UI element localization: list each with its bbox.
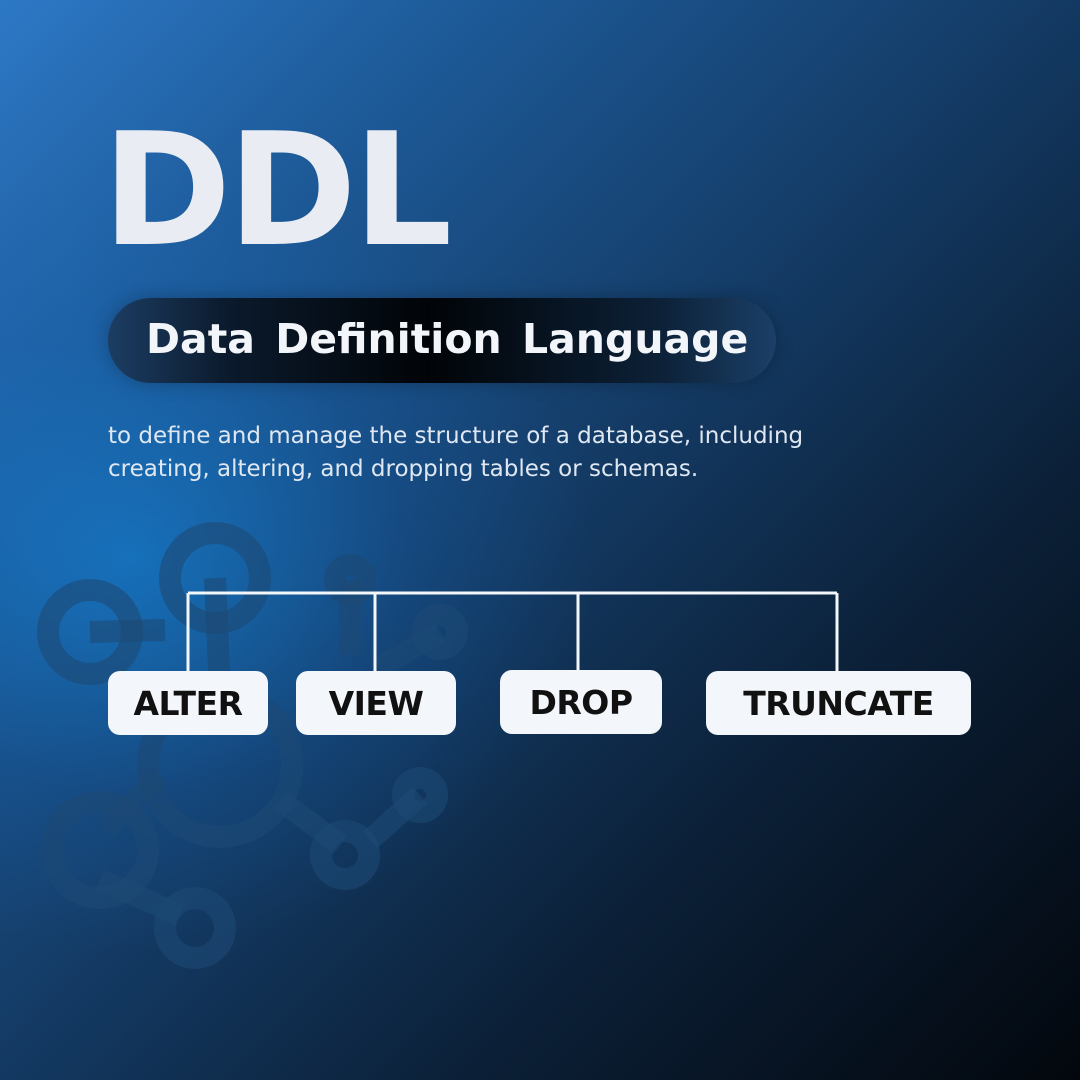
command-tree-connectors	[186, 591, 839, 671]
command-box-view: VIEW	[296, 671, 456, 735]
command-box-truncate: TRUNCATE	[706, 671, 971, 735]
command-box-drop: DROP	[500, 670, 662, 734]
command-box-alter: ALTER	[108, 671, 268, 735]
